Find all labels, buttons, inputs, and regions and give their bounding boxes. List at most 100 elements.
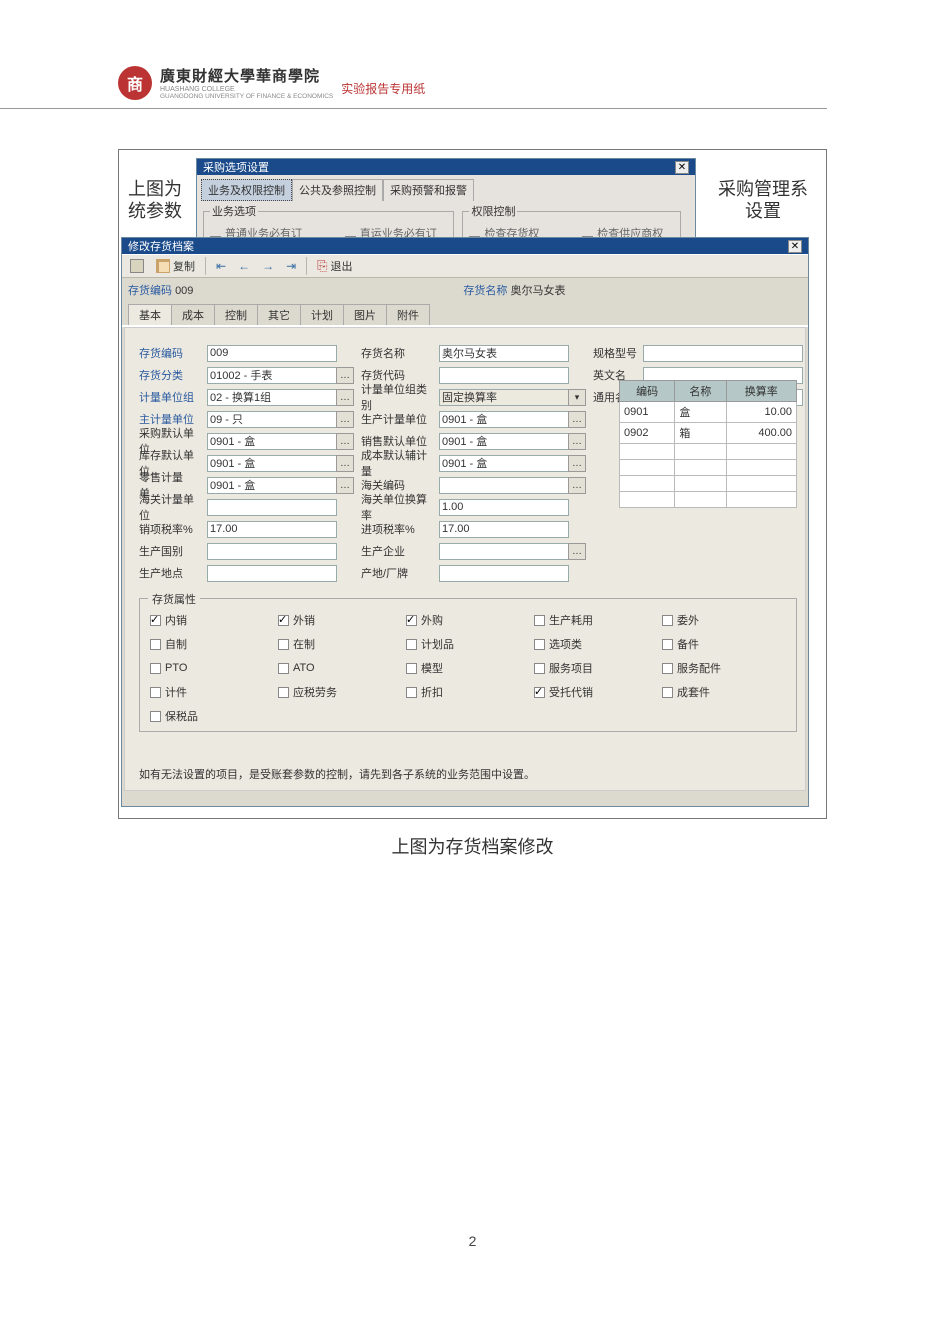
customs-code-input[interactable]	[439, 477, 569, 494]
attr-外购[interactable]: 外购	[406, 609, 530, 631]
checkbox-icon[interactable]	[278, 687, 289, 698]
ellipsis-button[interactable]: …	[568, 411, 586, 428]
attr-PTO[interactable]: PTO	[150, 657, 274, 679]
attr-服务配件[interactable]: 服务配件	[662, 657, 786, 679]
ellipsis-button[interactable]: …	[336, 389, 354, 406]
tab-basic[interactable]: 基本	[128, 304, 172, 325]
checkbox-icon[interactable]	[278, 639, 289, 650]
purchase-options-titlebar[interactable]: 采购选项设置 ✕	[197, 159, 695, 175]
tab-image[interactable]: 图片	[343, 304, 387, 325]
table-row[interactable]	[620, 476, 797, 492]
ellipsis-button[interactable]: …	[568, 433, 586, 450]
tab-plan[interactable]: 计划	[300, 304, 344, 325]
main-unit-input[interactable]	[207, 411, 337, 428]
ellipsis-button[interactable]: …	[568, 455, 586, 472]
checkbox-icon[interactable]	[662, 615, 673, 626]
checkbox-icon[interactable]	[406, 639, 417, 650]
sale-unit-input[interactable]	[439, 433, 569, 450]
checkbox-icon[interactable]	[406, 663, 417, 674]
ellipsis-button[interactable]: …	[568, 543, 586, 560]
checkbox-icon[interactable]	[534, 663, 545, 674]
tab-cost[interactable]: 成本	[171, 304, 215, 325]
attr-ATO[interactable]: ATO	[278, 657, 402, 679]
inventory-category-input[interactable]	[207, 367, 337, 384]
out-tax-input[interactable]	[207, 521, 337, 538]
checkbox-icon[interactable]	[534, 639, 545, 650]
retail-unit-input[interactable]	[207, 477, 337, 494]
dropdown-icon[interactable]: ▾	[568, 389, 586, 406]
table-row[interactable]	[620, 492, 797, 508]
attr-计件[interactable]: 计件	[150, 681, 274, 703]
ellipsis-button[interactable]: …	[336, 477, 354, 494]
checkbox-icon[interactable]	[662, 663, 673, 674]
spec-input[interactable]	[643, 345, 803, 362]
table-row[interactable]	[620, 460, 797, 476]
ellipsis-button[interactable]: …	[336, 433, 354, 450]
checkbox-icon[interactable]	[534, 615, 545, 626]
attr-备件[interactable]: 备件	[662, 633, 786, 655]
ellipsis-button[interactable]: …	[336, 367, 354, 384]
tab-business-permission[interactable]: 业务及权限控制	[201, 179, 292, 201]
nav-prev-button[interactable]: ←	[234, 257, 254, 275]
checkbox-icon[interactable]	[278, 663, 289, 674]
inventory-invcode-input[interactable]	[439, 367, 569, 384]
table-row[interactable]	[620, 444, 797, 460]
inventory-code-input[interactable]	[207, 345, 337, 362]
ellipsis-button[interactable]: …	[336, 455, 354, 472]
attr-生产耗用[interactable]: 生产耗用	[534, 609, 658, 631]
attr-成套件[interactable]: 成套件	[662, 681, 786, 703]
checkbox-icon[interactable]	[150, 687, 161, 698]
save-button[interactable]	[126, 257, 148, 275]
table-row[interactable]: 0901盒10.00	[620, 402, 797, 423]
checkbox-icon[interactable]	[150, 663, 161, 674]
cost-unit-input[interactable]	[439, 455, 569, 472]
prod-unit-input[interactable]	[439, 411, 569, 428]
nav-first-button[interactable]: ⇤	[212, 257, 230, 275]
ellipsis-button[interactable]: …	[336, 411, 354, 428]
attr-应税劳务[interactable]: 应税劳务	[278, 681, 402, 703]
ellipsis-button[interactable]: …	[568, 477, 586, 494]
tab-attachment[interactable]: 附件	[386, 304, 430, 325]
checkbox-icon[interactable]	[534, 687, 545, 698]
unit-group-type-select[interactable]	[439, 389, 569, 406]
checkbox-icon[interactable]	[278, 615, 289, 626]
prod-place-input[interactable]	[207, 565, 337, 582]
customs-unit-input[interactable]	[207, 499, 337, 516]
attr-自制[interactable]: 自制	[150, 633, 274, 655]
attr-受托代销[interactable]: 受托代销	[534, 681, 658, 703]
close-icon[interactable]: ✕	[788, 240, 802, 253]
pur-unit-input[interactable]	[207, 433, 337, 450]
nav-next-button[interactable]: →	[258, 257, 278, 275]
checkbox-icon[interactable]	[662, 687, 673, 698]
inventory-edit-titlebar[interactable]: 修改存货档案 ✕	[122, 238, 808, 254]
stock-unit-input[interactable]	[207, 455, 337, 472]
attr-在制[interactable]: 在制	[278, 633, 402, 655]
attr-服务项目[interactable]: 服务项目	[534, 657, 658, 679]
checkbox-icon[interactable]	[150, 615, 161, 626]
attr-折扣[interactable]: 折扣	[406, 681, 530, 703]
table-row[interactable]: 0902箱400.00	[620, 423, 797, 444]
close-icon[interactable]: ✕	[675, 161, 689, 174]
prod-company-input[interactable]	[439, 543, 569, 560]
attr-委外[interactable]: 委外	[662, 609, 786, 631]
attr-选项类[interactable]: 选项类	[534, 633, 658, 655]
tab-control[interactable]: 控制	[214, 304, 258, 325]
prod-country-input[interactable]	[207, 543, 337, 560]
checkbox-icon[interactable]	[662, 639, 673, 650]
checkbox-icon[interactable]	[406, 687, 417, 698]
checkbox-icon[interactable]	[406, 615, 417, 626]
unit-group-input[interactable]	[207, 389, 337, 406]
nav-last-button[interactable]: ⇥	[282, 257, 300, 275]
brand-input[interactable]	[439, 565, 569, 582]
attr-外销[interactable]: 外销	[278, 609, 402, 631]
attr-计划品[interactable]: 计划品	[406, 633, 530, 655]
attr-模型[interactable]: 模型	[406, 657, 530, 679]
tab-other[interactable]: 其它	[257, 304, 301, 325]
in-tax-input[interactable]	[439, 521, 569, 538]
copy-button[interactable]: 复制	[152, 256, 199, 276]
exit-button[interactable]: ⎘退出	[313, 256, 356, 276]
inventory-name-input[interactable]	[439, 345, 569, 362]
attr-保税品[interactable]: 保税品	[150, 705, 274, 727]
checkbox-icon[interactable]	[150, 639, 161, 650]
tab-alert[interactable]: 采购预警和报警	[383, 179, 474, 201]
